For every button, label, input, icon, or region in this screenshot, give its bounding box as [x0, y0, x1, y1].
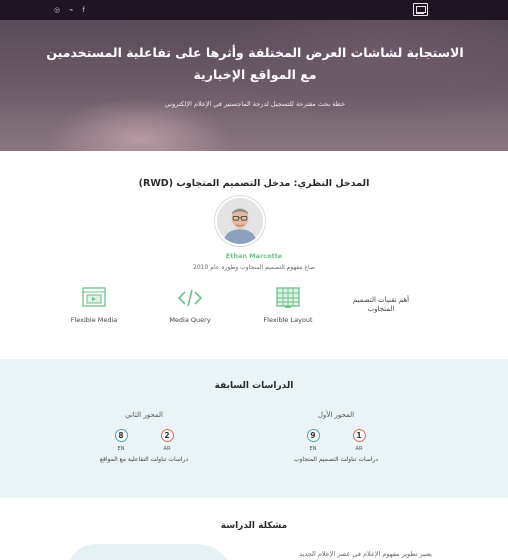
tech-label: Media Query — [169, 316, 211, 324]
count-ar: 1 AR — [349, 429, 369, 452]
count-label: EN — [309, 446, 317, 452]
code-icon — [177, 286, 203, 310]
facebook-icon[interactable]: f — [82, 5, 84, 15]
problem-section-title: مشكلة الدراسة — [220, 521, 288, 531]
person-name: Ethan Marcotte — [225, 252, 283, 260]
top-bar: ◎ ⌁ f — [0, 0, 508, 20]
axis-second: المحور الثاني 8 EN 2 AR دراسات تناولت ال… — [64, 411, 224, 463]
axis-description: دراسات تناولت التصميم المتجاوب — [293, 456, 379, 463]
hero-subtitle: خطة بحث مقترحة للتسجيل لدرجة الماجستير ف… — [164, 100, 346, 108]
person-description: صاغ مفهوم التصميم المتجاوب وطوره عام 201… — [193, 264, 315, 271]
count-label: AR — [163, 446, 171, 452]
count-circle: 8 — [114, 429, 128, 442]
count-en: 8 EN — [111, 429, 131, 452]
social-links: ◎ ⌁ f — [54, 5, 85, 15]
tech-label: Flexible Layout — [263, 316, 313, 324]
grid-layout-icon — [275, 286, 301, 310]
flexible-media-icon — [81, 286, 107, 310]
axis-counts: 9 EN 1 AR — [256, 429, 416, 452]
instagram-icon[interactable]: ◎ — [54, 5, 60, 15]
site-logo-icon[interactable] — [413, 3, 428, 16]
avatar — [215, 196, 265, 246]
tech-flexible-media: Flexible Media — [54, 286, 134, 324]
hero-title: الاستجابة لشاشات العرض المختلفة وأثرها ع… — [46, 45, 464, 82]
count-label: EN — [117, 446, 125, 452]
count-en: 9 EN — [303, 429, 323, 452]
count-circle: 9 — [306, 429, 320, 442]
tech-flexible-layout: Flexible Layout — [248, 286, 328, 324]
axis-first: المحور الأول 9 EN 1 AR دراسات تناولت الت… — [256, 411, 416, 463]
twitter-icon[interactable]: ⌁ — [69, 5, 73, 15]
axis-description: دراسات تناولت التفاعلية مع المواقع — [99, 456, 189, 463]
rwd-section-title: المدخل النظري: مدخل التصميم المتجاوب (RW… — [138, 178, 370, 189]
tech-heading: أهم تقنيات التصميم المتجاوب — [352, 296, 410, 313]
count-circle: 1 — [352, 429, 366, 442]
count-label: AR — [355, 446, 363, 452]
problem-text: يعتبر تطوير مفهوم الإعلام في عصر الإعلام… — [299, 550, 432, 558]
axis-counts: 8 EN 2 AR — [64, 429, 224, 452]
previous-studies-title: الدراسات السابقة — [214, 381, 294, 391]
tech-media-query: Media Query — [150, 286, 230, 324]
axis-name: المحور الأول — [317, 411, 355, 419]
tech-label: Flexible Media — [70, 316, 118, 324]
axis-name: المحور الثاني — [125, 411, 163, 419]
count-ar: 2 AR — [157, 429, 177, 452]
decorative-illustration — [66, 544, 236, 560]
hero-banner: الاستجابة لشاشات العرض المختلفة وأثرها ع… — [0, 20, 508, 151]
count-circle: 2 — [160, 429, 174, 442]
